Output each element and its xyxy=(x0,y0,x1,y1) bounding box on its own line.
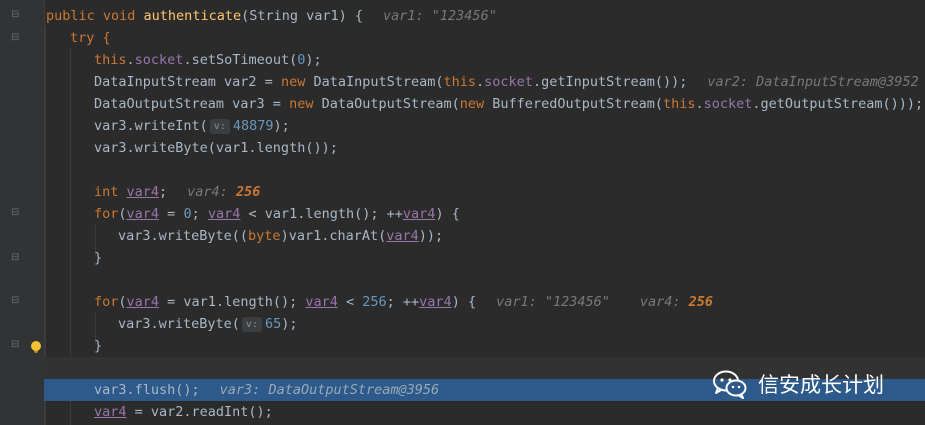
code-line[interactable] xyxy=(44,269,925,291)
code-line[interactable]: try { xyxy=(44,27,925,49)
code-text: try { xyxy=(70,30,111,46)
fold-marker-icon[interactable]: ⊟ xyxy=(11,340,20,350)
fold-marker-icon[interactable]: ⊟ xyxy=(11,10,20,20)
code-text: var3.writeInt( xyxy=(94,118,208,134)
code-text: } xyxy=(94,338,103,354)
code-text: var3.writeByte( xyxy=(118,316,240,332)
code-line[interactable]: } xyxy=(44,335,925,357)
code-line[interactable]: public void authenticate(String var1) {v… xyxy=(44,5,925,27)
parameter-hint: v: xyxy=(241,317,262,332)
debug-value-hint: var1: "123456" xyxy=(383,8,497,24)
code-line[interactable]: } xyxy=(44,247,925,269)
fold-marker-icon[interactable]: ⊟ xyxy=(11,33,20,43)
code-line[interactable]: this.socket.setSoTimeout(0); xyxy=(44,49,925,71)
debug-value-hint: var2: DataInputStream@3952 xyxy=(707,74,919,90)
code-text: var3.writeByte(var1.length()); xyxy=(94,140,338,156)
lightbulb-icon[interactable] xyxy=(31,341,41,351)
code-line[interactable]: var4 = var2.readInt(); xyxy=(44,401,925,423)
method-name: authenticate xyxy=(143,8,242,24)
code-text: } xyxy=(94,250,103,266)
debug-value-hint: var3: DataOutputStream@3956 xyxy=(219,382,440,398)
code-line[interactable]: for(var4 = var1.length(); var4 < 256; ++… xyxy=(44,291,925,313)
code-line[interactable]: int var4; var4: 256 xyxy=(44,181,925,203)
code-line[interactable]: DataInputStream var2 = new DataInputStre… xyxy=(44,71,925,93)
debug-value-hint: var1: "123456" xyxy=(496,294,610,310)
fold-marker-icon[interactable]: ⊟ xyxy=(11,208,20,218)
code-line[interactable]: DataOutputStream var3 = new DataOutputSt… xyxy=(44,93,925,115)
wechat-watermark: 信安成长计划 xyxy=(712,366,884,402)
code-line[interactable]: var3.writeByte(var1.length()); xyxy=(44,137,925,159)
code-line[interactable]: var3.writeByte((byte)var1.charAt(var4)); xyxy=(44,225,925,247)
watermark-text: 信安成长计划 xyxy=(758,373,884,397)
code-text: var3.flush(); xyxy=(94,382,200,398)
code-line[interactable]: for(var4 = 0; var4 < var1.length(); ++va… xyxy=(44,203,925,225)
wechat-icon xyxy=(713,370,747,399)
fold-marker-icon[interactable]: ⊟ xyxy=(11,253,20,263)
code-line[interactable]: var3.writeByte(v: 65); xyxy=(44,313,925,335)
parameter-hint: v: xyxy=(209,119,230,134)
code-editor[interactable]: ⊟ ⊟ ⊟ ⊟ ⊟ ⊟ public void authenticate(Str… xyxy=(0,0,925,425)
code-line[interactable] xyxy=(44,159,925,181)
code-line[interactable]: var3.writeInt(v: 48879); xyxy=(44,115,925,137)
method-params: String var1 xyxy=(249,8,339,24)
fold-marker-icon[interactable]: ⊟ xyxy=(11,296,20,306)
editor-gutter[interactable]: ⊟ ⊟ ⊟ ⊟ ⊟ ⊟ xyxy=(0,0,45,425)
